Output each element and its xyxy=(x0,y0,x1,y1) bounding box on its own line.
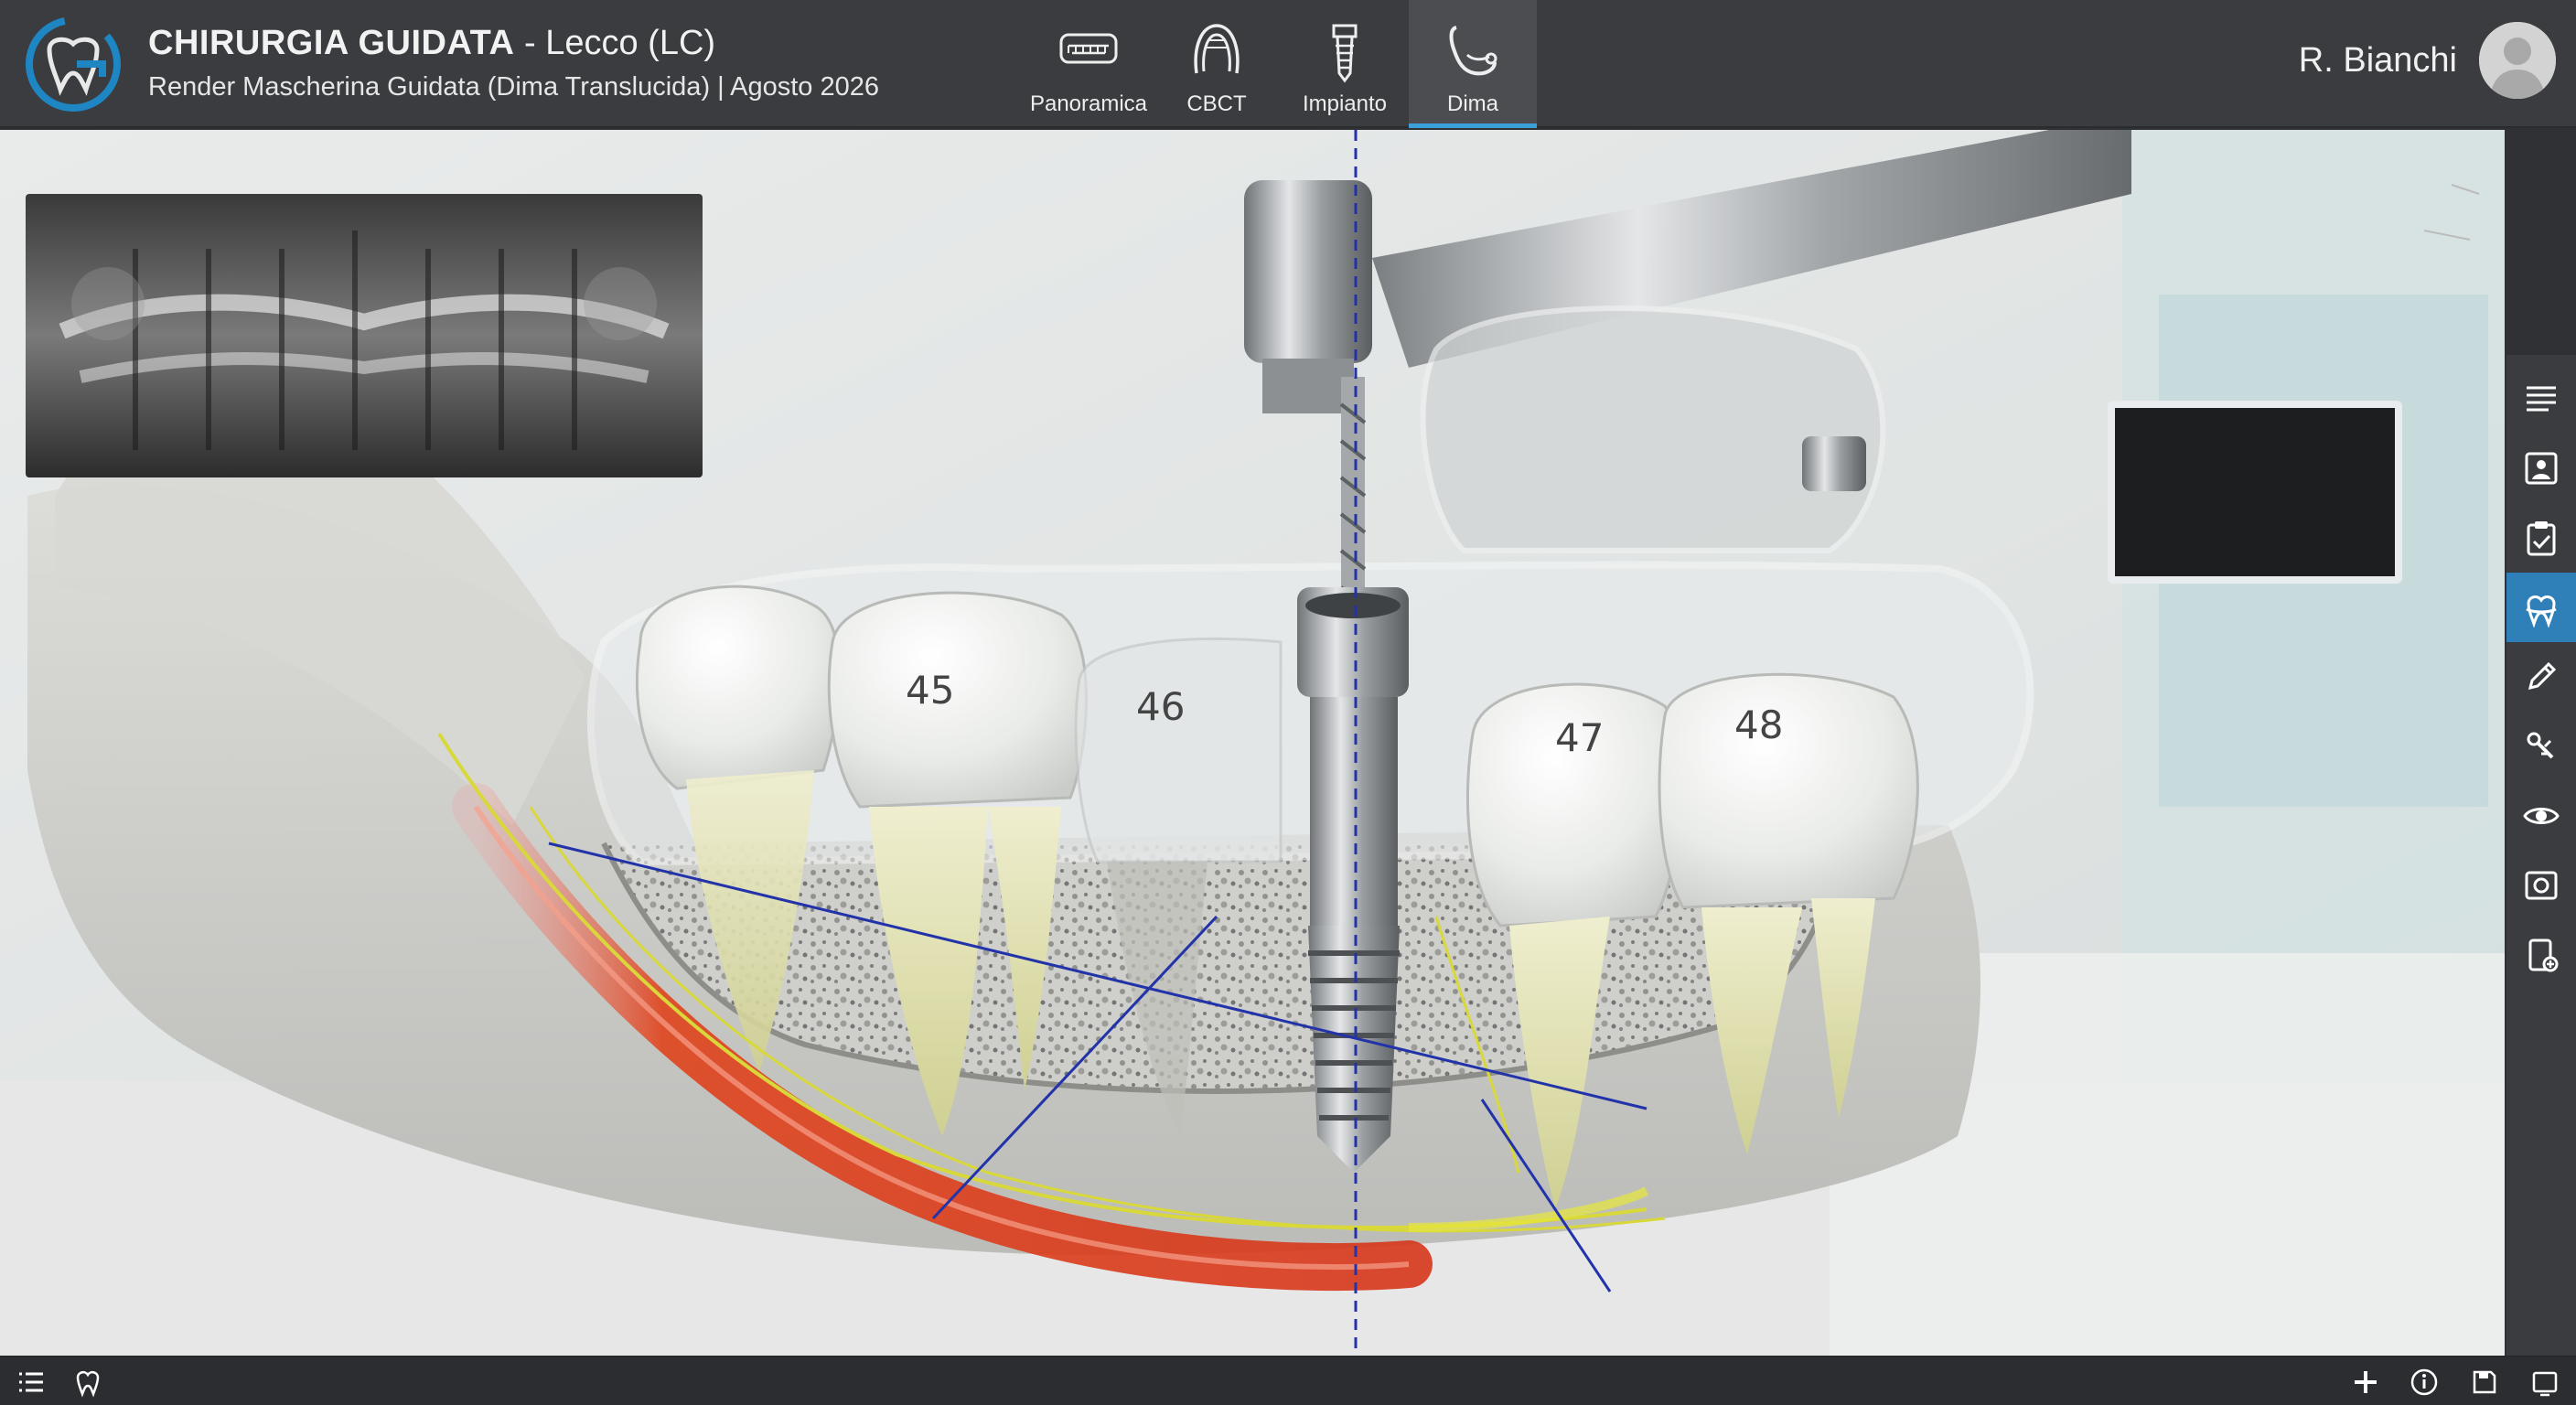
page-title: CHIRURGIA GUIDATA - Lecco (LC) xyxy=(148,24,879,63)
export-device-icon xyxy=(2528,938,2559,972)
add-button[interactable] xyxy=(2347,1364,2384,1400)
window-icon xyxy=(2532,1371,2558,1397)
pen-tool-icon xyxy=(2528,661,2557,691)
tooth-number-47: 47 xyxy=(1555,715,1605,760)
title-location: - Lecco (LC) xyxy=(514,24,716,62)
tooth-number-46: 46 xyxy=(1136,684,1186,729)
checklist-button[interactable] xyxy=(2506,503,2576,573)
drill-tools-button[interactable] xyxy=(2506,712,2576,781)
tab-dima[interactable]: Dima xyxy=(1409,0,1537,128)
page-subtitle: Render Mascherina Guidata (Dima Transluc… xyxy=(148,72,880,102)
tooth-guide-icon xyxy=(2526,595,2557,627)
tab-cbct[interactable]: CBCT xyxy=(1153,0,1281,128)
render-viewport[interactable]: 45 46 47 48 xyxy=(0,130,2505,1356)
menu-button[interactable] xyxy=(2506,364,2576,434)
eye-icon xyxy=(2523,808,2560,824)
patient-card-button[interactable] xyxy=(2506,434,2576,503)
panoramic-xray-thumbnail[interactable] xyxy=(26,194,703,477)
title-bold: CHIRURGIA GUIDATA xyxy=(148,24,515,62)
save-button[interactable] xyxy=(2466,1364,2503,1400)
tab-impianto[interactable]: Impianto xyxy=(1281,0,1409,128)
list-icon xyxy=(19,1372,43,1392)
background-monitor xyxy=(2108,401,2402,584)
panoramic-icon xyxy=(1059,33,1118,64)
annotate-button[interactable] xyxy=(2506,642,2576,712)
screenshot-icon xyxy=(2525,871,2558,900)
layers-list-button[interactable] xyxy=(13,1364,49,1400)
app-logo-icon xyxy=(26,16,121,112)
patient-card-icon xyxy=(2525,452,2558,485)
tooth-number-48: 48 xyxy=(1734,702,1784,747)
info-button[interactable] xyxy=(2406,1364,2442,1400)
cbct-icon xyxy=(1194,24,1240,74)
implant-icon xyxy=(1332,24,1358,83)
tooth-outline-icon xyxy=(76,1370,100,1398)
app-header: CHIRURGIA GUIDATA - Lecco (LC) Render Ma… xyxy=(0,0,2576,128)
bottom-status-bar xyxy=(0,1356,2576,1405)
save-icon xyxy=(2473,1370,2496,1394)
menu-lines-icon xyxy=(2527,386,2556,412)
view-tabs: Panoramica CBCT Impianto Dima xyxy=(1025,0,1537,128)
clipboard-check-icon xyxy=(2527,521,2556,556)
tab-label: CBCT xyxy=(1186,91,1247,116)
add-icon xyxy=(2355,1371,2377,1393)
tab-label: Impianto xyxy=(1302,91,1388,116)
guide-icon xyxy=(1449,26,1497,76)
visibility-button[interactable] xyxy=(2506,781,2576,851)
window-button[interactable] xyxy=(2527,1364,2563,1400)
tab-label: Dima xyxy=(1446,91,1498,116)
info-icon xyxy=(2410,1368,2438,1396)
tab-panoramica[interactable]: Panoramica xyxy=(1025,0,1153,128)
avatar[interactable] xyxy=(2479,22,2556,99)
tab-label: Panoramica xyxy=(1029,91,1148,116)
user-avatar-icon xyxy=(2479,22,2556,99)
tooth-number-45: 45 xyxy=(906,668,955,713)
screenshot-button[interactable] xyxy=(2506,851,2576,920)
export-button[interactable] xyxy=(2506,920,2576,990)
right-toolbar xyxy=(2506,355,2576,1356)
drill-tools-icon xyxy=(2527,732,2554,759)
user-menu[interactable]: R. Bianchi xyxy=(2299,22,2556,99)
user-name: R. Bianchi xyxy=(2298,40,2457,80)
tooth-mode-button[interactable] xyxy=(70,1364,106,1400)
guide-view-button[interactable] xyxy=(2506,573,2576,642)
title-block: CHIRURGIA GUIDATA - Lecco (LC) Render Ma… xyxy=(148,24,879,102)
